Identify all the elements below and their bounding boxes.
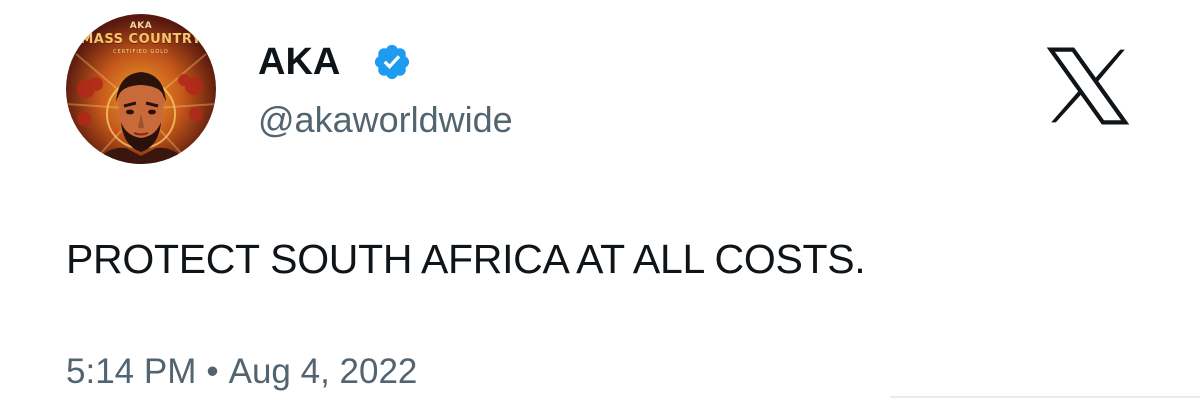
- tweet-date: Aug 4, 2022: [228, 352, 418, 391]
- avatar-title: MASS COUNTRY: [80, 32, 202, 47]
- avatar-subtitle: CERTIFIED GOLD: [113, 49, 169, 55]
- avatar-top-text: AKA: [129, 21, 153, 31]
- author-avatar[interactable]: AKA MASS COUNTRY CERTIFIED GOLD: [66, 14, 216, 164]
- author-display-name[interactable]: AKA: [258, 40, 340, 84]
- x-logo-icon[interactable]: [1042, 40, 1134, 132]
- tweet-time: 5:14 PM: [66, 352, 197, 391]
- tweet-card: AKA MASS COUNTRY CERTIFIED GOLD AKA @aka…: [0, 0, 1200, 400]
- timestamp-separator: •: [206, 352, 219, 391]
- verified-badge-icon: [374, 44, 410, 80]
- author-handle[interactable]: @akaworldwide: [258, 98, 513, 142]
- tweet-timestamp[interactable]: 5:14 PM • Aug 4, 2022: [66, 350, 417, 394]
- divider: [890, 396, 1200, 398]
- tweet-text: PROTECT SOUTH AFRICA AT ALL COSTS.: [66, 236, 866, 282]
